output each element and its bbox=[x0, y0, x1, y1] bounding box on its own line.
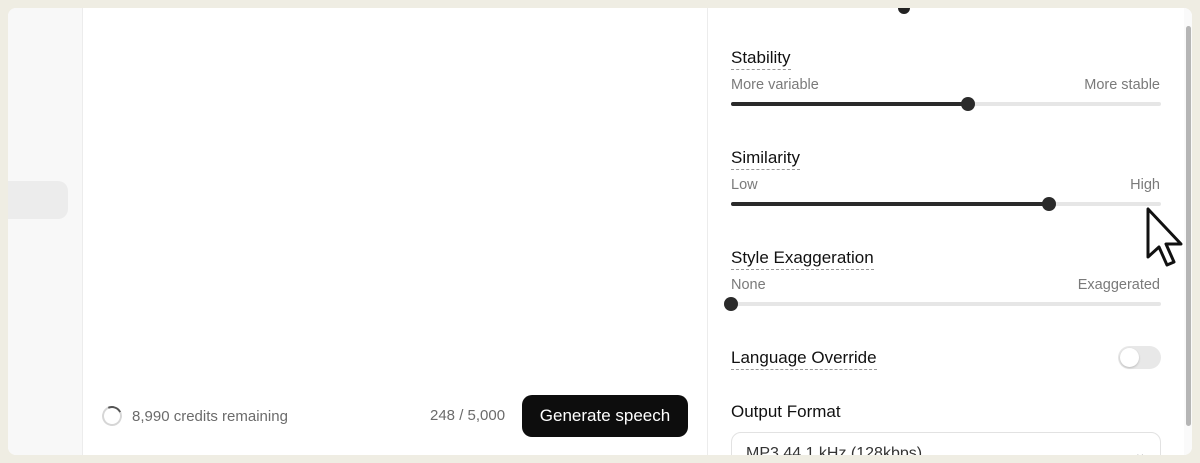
chevron-down-icon: ⌄ bbox=[1134, 445, 1146, 455]
mouse-pointer-icon bbox=[1146, 207, 1183, 267]
stability-max-label: More stable bbox=[1084, 77, 1160, 93]
language-override-toggle[interactable] bbox=[1118, 346, 1161, 369]
app-window: 8,990 credits remaining 248 / 5,000 Gene… bbox=[8, 8, 1192, 455]
similarity-slider[interactable] bbox=[731, 197, 1161, 211]
sidebar-active-item[interactable] bbox=[8, 181, 68, 219]
style-exaggeration-slider[interactable] bbox=[724, 297, 1161, 311]
style-exaggeration-slider-thumb[interactable] bbox=[724, 297, 738, 311]
stability-title: Stability bbox=[731, 48, 791, 70]
left-sidebar bbox=[8, 8, 83, 455]
toggle-knob bbox=[1120, 348, 1139, 367]
slider-thumb-partial[interactable] bbox=[898, 8, 910, 14]
style-exaggeration-min-label: None bbox=[731, 277, 766, 293]
text-editor-area[interactable]: 8,990 credits remaining 248 / 5,000 Gene… bbox=[84, 8, 707, 455]
output-format-select[interactable]: MP3 44.1 kHz (128kbps) ⌄ bbox=[731, 432, 1161, 455]
output-format-title: Output Format bbox=[731, 402, 841, 421]
similarity-slider-thumb[interactable] bbox=[1042, 197, 1057, 211]
stability-slider-thumb[interactable] bbox=[960, 97, 975, 111]
voice-settings-panel: Stability More variable More stable Simi… bbox=[707, 8, 1192, 455]
character-count: 248 / 5,000 bbox=[430, 407, 506, 424]
credits-text: 8,990 credits remaining bbox=[132, 407, 288, 425]
style-exaggeration-title: Style Exaggeration bbox=[731, 248, 874, 270]
stability-slider-fill bbox=[731, 102, 968, 106]
similarity-title: Similarity bbox=[731, 148, 800, 170]
credits-indicator: 8,990 credits remaining bbox=[99, 403, 288, 429]
generate-speech-button[interactable]: Generate speech bbox=[522, 395, 688, 437]
similarity-max-label: High bbox=[1130, 177, 1160, 193]
output-format-value: MP3 44.1 kHz (128kbps) bbox=[746, 445, 923, 455]
similarity-slider-fill bbox=[731, 202, 1050, 206]
stability-slider[interactable] bbox=[731, 97, 1161, 111]
similarity-min-label: Low bbox=[731, 177, 758, 193]
style-exaggeration-max-label: Exaggerated bbox=[1077, 277, 1160, 293]
language-override-title: Language Override bbox=[731, 348, 877, 370]
stability-min-label: More variable bbox=[731, 77, 819, 93]
loading-ring-icon bbox=[99, 403, 125, 429]
scrollbar-thumb[interactable] bbox=[1186, 26, 1191, 426]
